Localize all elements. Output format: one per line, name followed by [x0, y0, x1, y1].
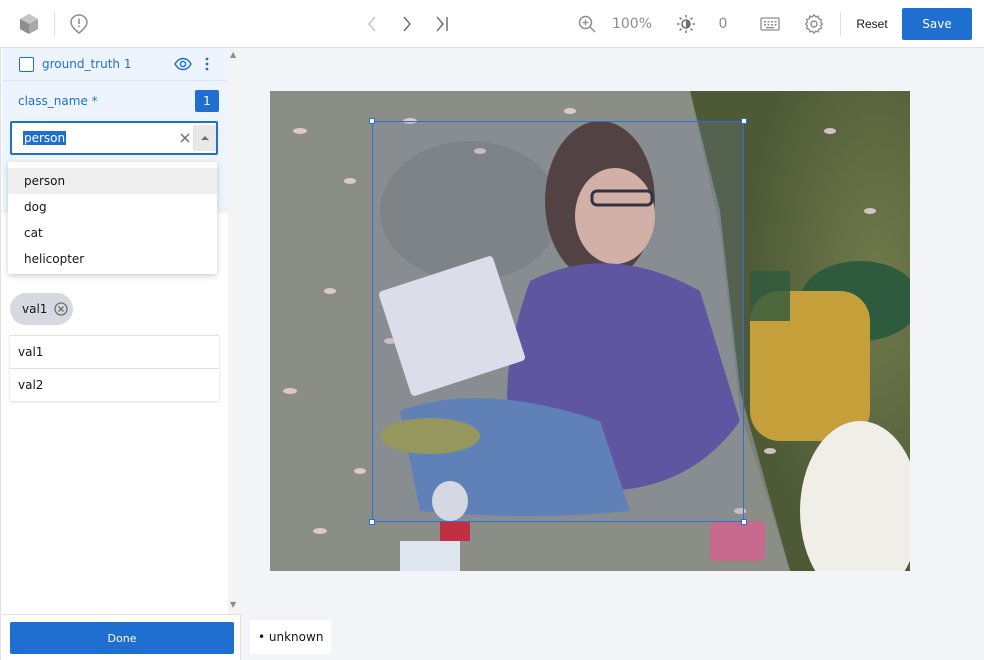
selected-value-tag: val1: [10, 293, 73, 325]
attribute-count-badge: 1: [195, 90, 219, 112]
list-item[interactable]: val1: [10, 335, 219, 368]
bbox-handle-bottom-left[interactable]: [369, 519, 375, 525]
clear-icon[interactable]: [176, 129, 194, 147]
done-button[interactable]: Done: [10, 622, 234, 654]
overflow-menu-icon[interactable]: [202, 56, 212, 76]
scroll-up-icon[interactable]: ▲: [230, 50, 236, 59]
dropdown-option[interactable]: dog: [8, 194, 217, 220]
scroll-down-icon[interactable]: ▼: [230, 600, 236, 609]
skip-to-end-icon[interactable]: [432, 0, 452, 48]
combobox-input-value[interactable]: person: [23, 131, 67, 145]
dropdown-option[interactable]: cat: [8, 220, 217, 246]
class-name-dropdown: person dog cat helicopter: [8, 162, 217, 274]
annotation-chip[interactable]: • unknown: [250, 620, 332, 654]
settings-gear-icon[interactable]: [803, 0, 825, 48]
attribute-label: class_name *: [18, 94, 98, 108]
ground-truth-checkbox[interactable]: [19, 57, 34, 72]
report-issue-icon[interactable]: [68, 0, 90, 48]
save-button[interactable]: Save: [902, 8, 972, 40]
tag-remove-icon[interactable]: [53, 301, 69, 317]
app-logo-icon: [16, 0, 42, 48]
top-toolbar: 100% 0 Reset Save: [0, 0, 984, 48]
toolbar-divider: [54, 12, 55, 36]
panel-footer-divider: [2, 614, 241, 615]
zoom-level[interactable]: 100%: [610, 0, 654, 48]
dropdown-option[interactable]: helicopter: [8, 246, 217, 272]
brightness-icon[interactable]: [675, 0, 697, 48]
reset-button[interactable]: Reset: [856, 17, 887, 31]
brightness-value: 0: [718, 16, 728, 32]
bbox-handle-top-left[interactable]: [369, 118, 375, 124]
keyboard-icon[interactable]: [758, 0, 782, 48]
previous-icon[interactable]: [362, 0, 382, 48]
bbox-handle-top-right[interactable]: [741, 118, 747, 124]
panel-scrollbar[interactable]: [228, 48, 242, 614]
next-icon[interactable]: [397, 0, 417, 48]
image-canvas[interactable]: • unknown: [242, 48, 984, 660]
ground-truth-header[interactable]: ground_truth 1: [2, 48, 228, 81]
ground-truth-label: ground_truth 1: [42, 57, 132, 71]
annotation-panel: ground_truth 1 class_name * 1 person val…: [0, 48, 242, 660]
bbox-handle-bottom-right[interactable]: [741, 519, 747, 525]
eye-icon[interactable]: [174, 56, 192, 76]
caret-up-icon[interactable]: [194, 125, 216, 151]
class-name-combobox[interactable]: person: [10, 121, 218, 155]
toolbar-divider: [840, 12, 841, 36]
value-list: val1 val2: [10, 335, 219, 401]
dropdown-option[interactable]: person: [8, 168, 217, 194]
bounding-box[interactable]: [372, 121, 744, 522]
zoom-in-icon[interactable]: [576, 0, 598, 48]
list-item[interactable]: val2: [10, 368, 219, 401]
tag-label: val1: [22, 302, 48, 316]
